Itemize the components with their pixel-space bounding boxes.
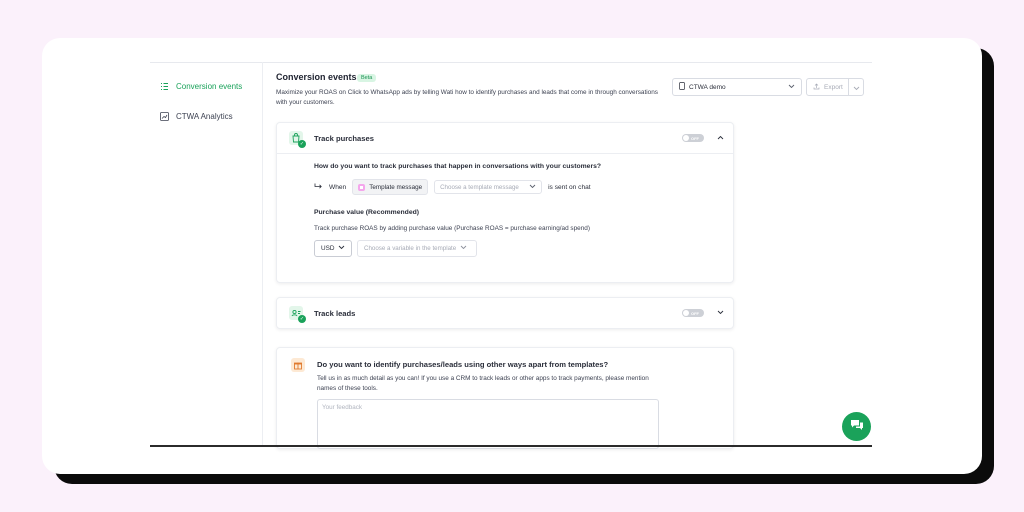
feedback-placeholder: Your feedback <box>322 404 363 411</box>
bottom-divider <box>150 445 872 447</box>
top-divider <box>150 62 872 63</box>
variable-select-placeholder: Choose a variable in the template <box>364 245 457 252</box>
chevron-down-icon <box>529 184 536 191</box>
chart-icon <box>160 112 169 121</box>
feedback-question: Do you want to identify purchases/leads … <box>317 360 609 369</box>
export-icon <box>813 83 820 92</box>
account-select-value: CTWA demo <box>689 83 726 91</box>
shopping-bag-icon: ✓ <box>289 131 306 148</box>
purchase-question: How do you want to track purchases that … <box>314 163 602 170</box>
app-window: Conversion events CTWA Analytics Convers… <box>42 38 982 474</box>
track-leads-header[interactable]: ✓ Track leads OFF <box>277 298 733 328</box>
gift-icon <box>291 358 305 372</box>
check-icon: ✓ <box>298 315 306 323</box>
check-icon: ✓ <box>298 140 306 148</box>
purchase-value-desc: Track purchase ROAS by adding purchase v… <box>314 225 590 232</box>
sidebar-divider <box>262 62 263 445</box>
chevron-down-icon <box>338 245 345 252</box>
feedback-desc: Tell us in as much detail as you can! If… <box>317 375 649 392</box>
purchase-value-title: Purchase value (Recommended) <box>314 209 420 216</box>
track-leads-toggle[interactable]: OFF <box>682 309 704 317</box>
track-purchases-header[interactable]: ✓ Track purchases OFF <box>277 123 733 153</box>
track-leads-panel: ✓ Track leads OFF <box>276 297 734 329</box>
chevron-up-icon[interactable] <box>715 132 725 142</box>
phone-icon <box>679 82 685 92</box>
currency-select[interactable]: USD <box>314 240 352 257</box>
user-card-icon: ✓ <box>289 306 306 323</box>
export-main[interactable]: Export <box>807 79 848 95</box>
when-label: When <box>329 183 347 191</box>
page-subtitle: Maximize your ROAS on Click to WhatsApp … <box>276 89 658 106</box>
panel-divider <box>277 153 733 154</box>
feedback-textarea[interactable]: Your feedback <box>317 399 659 449</box>
sidebar-item-conversion-events[interactable]: Conversion events <box>160 82 242 91</box>
page-title: Conversion events <box>276 72 357 82</box>
chevron-down-icon <box>460 245 467 252</box>
template-icon <box>358 183 366 191</box>
account-select[interactable]: CTWA demo <box>672 78 802 96</box>
track-purchases-title: Track purchases <box>314 134 374 143</box>
variable-select[interactable]: Choose a variable in the template <box>357 240 477 257</box>
template-message-tag[interactable]: Template message <box>352 179 429 195</box>
sent-label: is sent on chat <box>548 183 591 191</box>
sidebar-item-label: Conversion events <box>176 82 243 91</box>
currency-value: USD <box>321 245 335 252</box>
toggle-label: OFF <box>691 310 699 316</box>
arrow-right-icon <box>314 183 323 192</box>
toggle-knob <box>683 135 689 141</box>
sidebar-item-ctwa-analytics[interactable]: CTWA Analytics <box>160 112 233 121</box>
export-dropdown[interactable] <box>848 79 863 95</box>
chevron-down-icon <box>853 78 860 96</box>
export-label: Export <box>824 83 843 91</box>
template-tag-label: Template message <box>369 183 423 191</box>
chevron-down-icon <box>788 84 795 91</box>
beta-badge: Beta <box>357 74 377 82</box>
toggle-label: OFF <box>691 135 699 141</box>
sidebar-item-label: CTWA Analytics <box>176 112 233 121</box>
list-check-icon <box>160 82 169 91</box>
template-select[interactable]: Choose a template message <box>434 180 543 194</box>
export-button[interactable]: Export <box>806 78 864 96</box>
track-purchases-toggle[interactable]: OFF <box>682 134 704 142</box>
chevron-down-icon[interactable] <box>715 307 725 317</box>
feedback-panel: Do you want to identify purchases/leads … <box>276 347 734 449</box>
chat-icon <box>850 418 864 436</box>
track-leads-title: Track leads <box>314 309 356 318</box>
track-purchases-panel: ✓ Track purchases OFF How do you want to… <box>276 122 734 283</box>
toggle-knob <box>683 310 689 316</box>
trigger-row: When Template message Choose a template … <box>314 179 591 195</box>
template-select-placeholder: Choose a template message <box>440 183 519 191</box>
chat-button[interactable] <box>842 412 871 441</box>
